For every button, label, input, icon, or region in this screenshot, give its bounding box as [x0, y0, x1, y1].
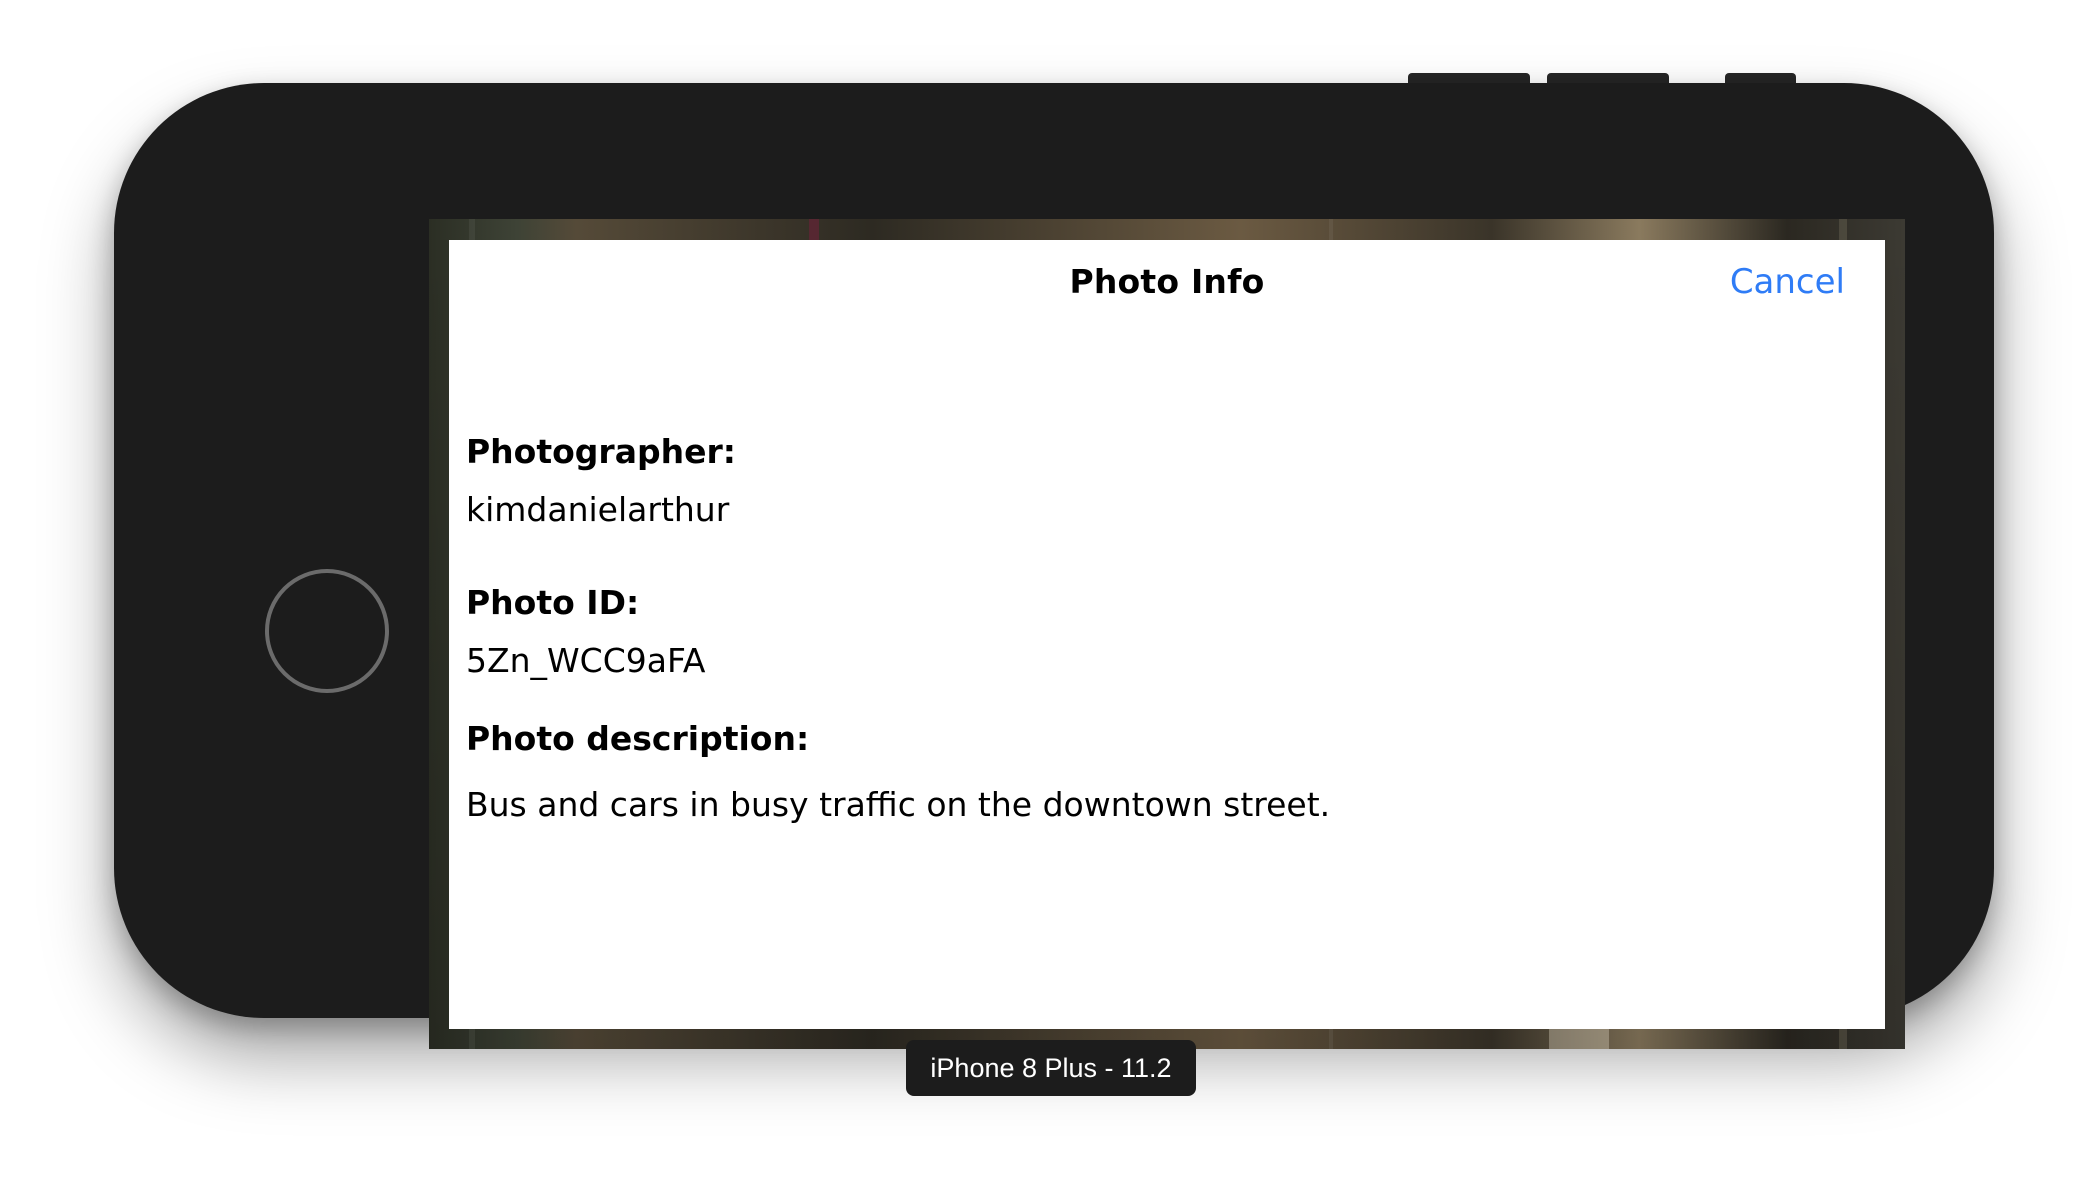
iphone-device-frame: Photo Info Cancel Photographer: kimdanie…	[114, 83, 1994, 1049]
photo-id-value: 5Zn_WCC9aFA	[466, 641, 706, 680]
simulator-device-label: iPhone 8 Plus - 11.2	[906, 1040, 1196, 1096]
home-button[interactable]	[265, 569, 389, 693]
simulator-stage: Photo Info Cancel Photographer: kimdanie…	[0, 0, 2100, 1196]
background-photo-detail	[809, 219, 819, 241]
photo-info-modal: Photo Info Cancel Photographer: kimdanie…	[449, 240, 1885, 1029]
device-screen: Photo Info Cancel Photographer: kimdanie…	[429, 219, 1905, 1049]
photo-description-value: Bus and cars in busy traffic on the down…	[466, 785, 1331, 824]
photo-description-label: Photo description:	[466, 719, 810, 758]
navigation-bar: Photo Info Cancel	[449, 240, 1885, 328]
modal-title: Photo Info	[1069, 262, 1265, 301]
cancel-button[interactable]: Cancel	[1730, 262, 1845, 302]
photographer-label: Photographer:	[466, 432, 736, 471]
photographer-value: kimdanielarthur	[466, 490, 730, 529]
photo-id-label: Photo ID:	[466, 583, 640, 622]
